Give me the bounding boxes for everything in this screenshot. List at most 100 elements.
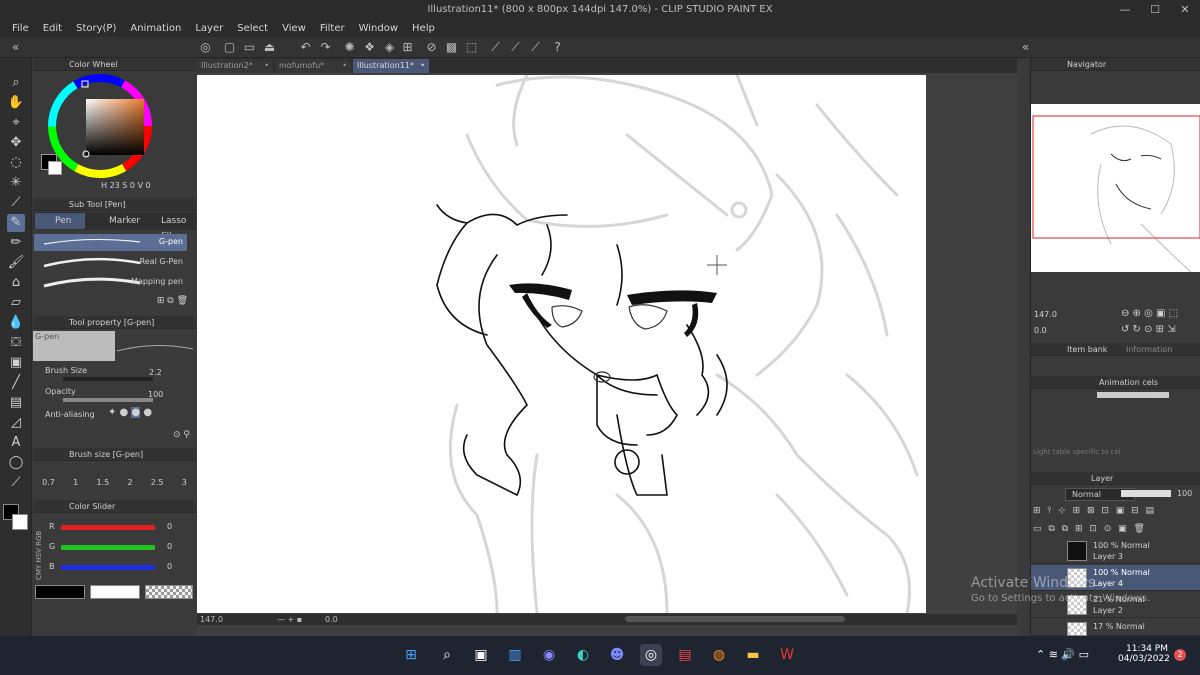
collapse-left-icon[interactable]: «: [8, 40, 23, 55]
layer-toolbar[interactable]: ⊞ ⫯ ⊹ ⊞ ⊠ ⊡ ▣ ⊟ ▤: [1033, 506, 1199, 516]
navigator-zoom-buttons[interactable]: ⊖ ⊕ ◎ ▣ ⬚: [1121, 308, 1178, 319]
text-icon[interactable]: A: [7, 434, 25, 452]
file-explorer-icon[interactable]: ▬: [742, 644, 764, 666]
clear-outside-icon[interactable]: ❖: [362, 40, 377, 55]
g-value[interactable]: 0: [167, 542, 172, 551]
layer-opacity-slider[interactable]: [1121, 490, 1171, 497]
tab-lasso-fill[interactable]: Lasso fill: [143, 213, 196, 242]
clip-studio-icon[interactable]: ◎: [198, 40, 213, 55]
menu-story[interactable]: Story(P): [70, 20, 122, 37]
discord-icon[interactable]: ☻: [606, 644, 628, 666]
slider-transparent-color[interactable]: [145, 585, 193, 599]
brush-size-slider[interactable]: [63, 377, 153, 381]
invert-selection-icon[interactable]: ▩: [444, 40, 459, 55]
menu-file[interactable]: File: [6, 20, 35, 37]
deselect-icon[interactable]: ⊘: [424, 40, 439, 55]
figure-icon[interactable]: ╱: [7, 374, 25, 392]
blend-icon[interactable]: 💧: [7, 314, 25, 332]
brush-icon[interactable]: 🖌: [7, 254, 25, 272]
horizontal-scrollbar[interactable]: [625, 616, 845, 622]
magic-wand-icon[interactable]: ✳: [7, 174, 25, 192]
slider-main-color[interactable]: [35, 585, 85, 599]
ruler-icon[interactable]: ◿: [7, 414, 25, 432]
move-icon[interactable]: ✥: [7, 134, 25, 152]
color-wheel[interactable]: [33, 71, 196, 195]
menu-view[interactable]: View: [276, 20, 312, 37]
zoom-readout[interactable]: 147.0: [200, 614, 223, 625]
notification-badge[interactable]: 2: [1174, 649, 1186, 661]
antialias-options[interactable]: ✦ ● ● ●: [108, 407, 152, 418]
layer-row[interactable]: 17 % Normal: [1031, 619, 1200, 636]
navigator-rotate-buttons[interactable]: ↺ ↻ ⊙ ⊞ ⇲: [1121, 324, 1176, 335]
tab-marker[interactable]: Marker: [89, 213, 140, 229]
menu-help[interactable]: Help: [406, 20, 441, 37]
r-value[interactable]: 0: [167, 522, 172, 531]
menu-select[interactable]: Select: [231, 20, 274, 37]
undo-icon[interactable]: ↶: [298, 40, 313, 55]
operation-icon[interactable]: ⌖: [7, 114, 25, 132]
clock[interactable]: 11:34 PM 04/03/2022: [1118, 644, 1170, 664]
save-icon[interactable]: ⏏: [262, 40, 277, 55]
tab-illustration11[interactable]: Illustration11* •: [353, 59, 429, 73]
tab-illustration2[interactable]: Illustration2* •: [197, 59, 273, 73]
windows-start-icon[interactable]: ⊞: [400, 644, 422, 666]
close-button[interactable]: ✕: [1170, 0, 1200, 20]
navigator-preview[interactable]: [1031, 104, 1200, 273]
redo-icon[interactable]: ↷: [318, 40, 333, 55]
collapse-right-icon[interactable]: «: [1018, 40, 1033, 55]
clip-studio-taskbar-icon[interactable]: ◎: [640, 644, 662, 666]
correct-line-icon[interactable]: ⟋: [7, 474, 25, 492]
r-slider[interactable]: [61, 525, 155, 530]
open-file-icon[interactable]: ▭: [242, 40, 257, 55]
g-slider[interactable]: [61, 545, 155, 550]
fill-bucket-icon[interactable]: ⛋: [7, 334, 25, 352]
pencil-icon[interactable]: ✏: [7, 234, 25, 252]
help-icon[interactable]: ?: [550, 40, 565, 55]
zoom-icon[interactable]: ⌕: [7, 74, 25, 92]
navigator-rotate[interactable]: 0.0: [1034, 326, 1047, 335]
color-sub-swatch[interactable]: [48, 161, 62, 175]
angle-readout[interactable]: 0.0: [325, 614, 338, 625]
snap-grid-icon[interactable]: ⟋: [528, 40, 543, 55]
sub-tool-item-real-gpen[interactable]: Real G-Pen: [34, 254, 187, 271]
brush-size-presets[interactable]: 0.7 1 1.5 2 2.5 3: [33, 478, 196, 487]
color-mode-tabs[interactable]: CMY HSV RGB: [35, 518, 45, 580]
menu-window[interactable]: Window: [353, 20, 404, 37]
search-icon[interactable]: ⌕: [436, 644, 458, 666]
b-slider[interactable]: [61, 565, 155, 570]
eraser-icon[interactable]: ▱: [7, 294, 25, 312]
transform-icon[interactable]: ⊞: [400, 40, 415, 55]
frame-icon[interactable]: ▤: [7, 394, 25, 412]
edge-icon[interactable]: ◐: [572, 644, 594, 666]
clear-icon[interactable]: ✺: [342, 40, 357, 55]
fill-icon[interactable]: ◈: [382, 40, 397, 55]
brush-size-value[interactable]: 2.2: [149, 368, 162, 377]
light-table-value[interactable]: 50: [1153, 391, 1163, 400]
menu-animation[interactable]: Animation: [124, 20, 187, 37]
sub-tool-item-mapping-pen[interactable]: Mapping pen: [34, 274, 187, 291]
minimize-button[interactable]: —: [1110, 0, 1140, 20]
pen-icon[interactable]: ✎: [7, 214, 25, 232]
tray-icons[interactable]: ⌃ ≋ 🔊 ▭: [1036, 648, 1089, 661]
menu-edit[interactable]: Edit: [37, 20, 68, 37]
layer-row[interactable]: 100 % Normal Layer 3: [1031, 538, 1200, 564]
sub-tool-actions[interactable]: ⊞ ⧉ 🗑: [157, 296, 188, 306]
tool-property-settings-icon[interactable]: ⊙ ⚲: [173, 430, 190, 440]
wps-office-icon[interactable]: W: [776, 644, 798, 666]
sub-color-swatch[interactable]: [12, 514, 28, 530]
lasso-icon[interactable]: ◌: [7, 154, 25, 172]
firefox-icon[interactable]: ◍: [708, 644, 730, 666]
drawing-canvas[interactable]: [197, 75, 926, 613]
gradient-icon[interactable]: ▣: [7, 354, 25, 372]
task-view-icon[interactable]: ▣: [470, 644, 492, 666]
airbrush-icon[interactable]: ⌂: [7, 274, 25, 292]
layer-actions[interactable]: ▭ ⧉ ⧉ ⊞ ⊡ ⊙ ▣ 🗑: [1033, 524, 1199, 534]
maximize-button[interactable]: ☐: [1140, 0, 1170, 20]
zoom-controls[interactable]: — + ▪: [277, 614, 302, 625]
stats-app-icon[interactable]: ▤: [674, 644, 696, 666]
sub-tool-item-gpen[interactable]: G-pen: [34, 234, 187, 251]
eyedropper-icon[interactable]: ⟋: [7, 194, 25, 212]
layer-opacity-value[interactable]: 100: [1177, 489, 1192, 498]
b-value[interactable]: 0: [167, 562, 172, 571]
navigator-zoom[interactable]: 147.0: [1034, 310, 1057, 319]
